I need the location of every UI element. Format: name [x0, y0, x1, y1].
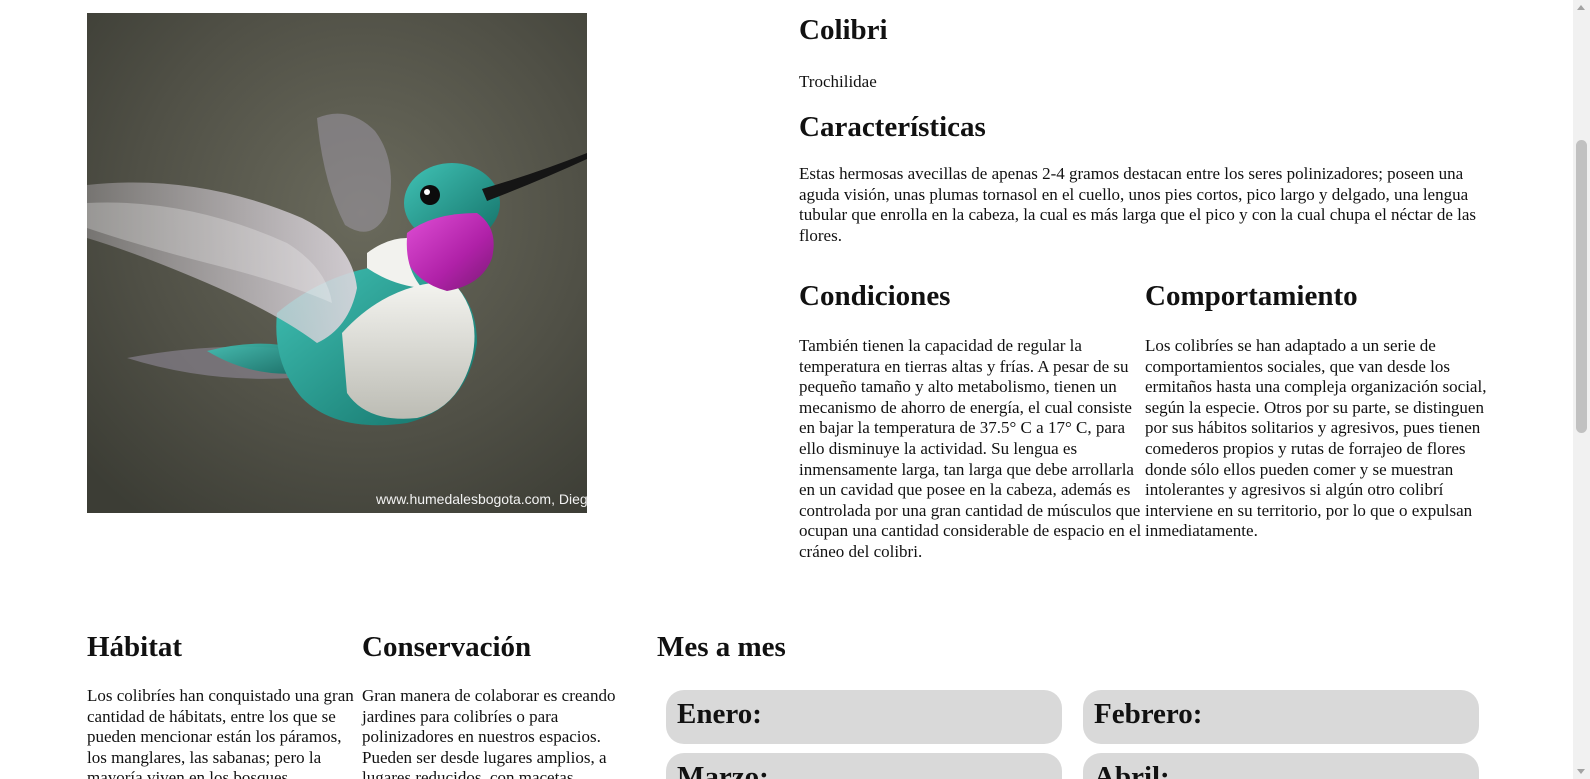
photo-watermark: www.humedalesbogota.com, Dieg — [376, 491, 587, 507]
caracteristicas-heading: Características — [799, 111, 986, 143]
month-card-enero[interactable]: Enero: — [666, 690, 1062, 744]
scientific-name: Trochilidae — [799, 72, 877, 91]
comportamiento-text: Los colibríes se han adaptado a un serie… — [1145, 336, 1487, 541]
condiciones-text: También tienen la capacidad de regular l… — [799, 336, 1142, 561]
scroll-thumb[interactable] — [1576, 140, 1587, 433]
page-title: Colibri — [799, 14, 888, 46]
hummingbird-photo: www.humedalesbogota.com, Dieg — [87, 13, 587, 513]
condiciones-heading: Condiciones — [799, 280, 951, 312]
habitat-heading: Hábitat — [87, 631, 183, 663]
page: www.humedalesbogota.com, Dieg Colibri Tr… — [0, 0, 1590, 779]
vertical-scrollbar[interactable] — [1573, 0, 1590, 779]
scroll-up-arrow-icon[interactable] — [1577, 5, 1585, 10]
mes-a-mes-heading: Mes a mes — [657, 631, 786, 663]
month-card-febrero[interactable]: Febrero: — [1083, 690, 1479, 744]
comportamiento-heading: Comportamiento — [1145, 280, 1358, 312]
scroll-down-arrow-icon[interactable] — [1577, 769, 1585, 774]
conservacion-text: Gran manera de colaborar es creando jard… — [362, 686, 616, 779]
month-card-marzo[interactable]: Marzo: — [666, 753, 1062, 779]
month-card-abril[interactable]: Abril: — [1083, 753, 1479, 779]
conservacion-heading: Conservación — [362, 631, 532, 663]
hummingbird-illustration — [87, 13, 587, 513]
caracteristicas-text: Estas hermosas avecillas de apenas 2-4 g… — [799, 164, 1477, 245]
habitat-text: Los colibríes han conquistado una gran c… — [87, 686, 354, 779]
